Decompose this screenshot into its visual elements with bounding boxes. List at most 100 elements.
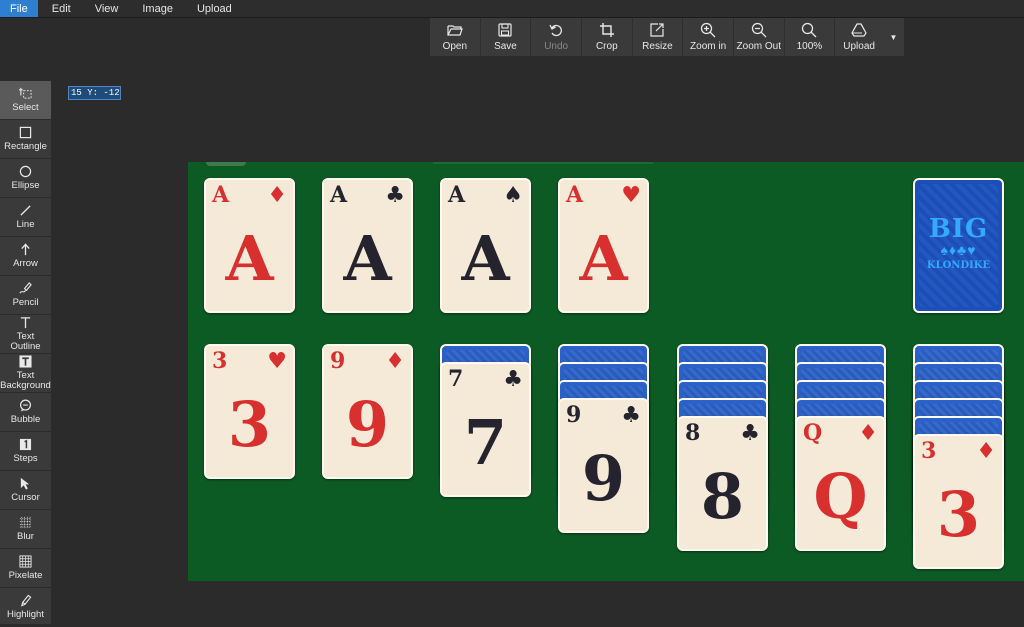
tool-select-label: Select: [12, 102, 39, 113]
tool-panel: Select Rectangle Ellipse Line Arrow Penc…: [0, 81, 51, 627]
tool-pencil[interactable]: Pencil: [0, 276, 51, 315]
card-rank-large: Q: [813, 460, 868, 533]
canvas-edge-fragment: [206, 162, 246, 166]
card-rank-large: 8: [700, 460, 745, 533]
menu-file[interactable]: File: [0, 0, 38, 17]
image-canvas[interactable]: BIG ♠♦♣♥ KLONDIKE A ♦ A A ♣ A A ♠ A A ♥ A 3 ♥ 3 9 ♦ 9 7 ♣ 7 9…: [188, 162, 1024, 581]
tool-cursor[interactable]: Cursor: [0, 471, 51, 510]
menu-image[interactable]: Image: [130, 0, 185, 17]
card-rank-small: 8: [685, 420, 701, 446]
tool-bubble[interactable]: Bubble: [0, 393, 51, 432]
card-rank-large: 3: [227, 388, 272, 461]
menu-edit[interactable]: Edit: [40, 0, 83, 17]
tableau-card[interactable]: Q ♦ Q: [795, 416, 886, 551]
crop-button[interactable]: Crop: [582, 18, 633, 56]
magnifier-icon: [802, 22, 817, 38]
tool-line-label: Line: [16, 219, 35, 230]
card-suit-small: ♦: [267, 183, 287, 208]
card-rank-large: 9: [345, 388, 390, 461]
text-outline-icon: [20, 317, 31, 329]
ellipse-icon: [19, 165, 32, 178]
tool-text-outline-label-2: Outline: [10, 341, 41, 352]
folder-open-icon: [447, 25, 463, 36]
crop-icon: [599, 23, 614, 37]
tool-text-outline[interactable]: Text Outline: [0, 315, 51, 354]
upload-dropdown-button[interactable]: ▼: [883, 18, 904, 56]
highlighter-icon: [20, 594, 32, 607]
tableau-card[interactable]: 7 ♣ 7: [440, 362, 531, 497]
card-rank-small: 7: [448, 366, 464, 392]
card-rank-small: A: [330, 182, 348, 208]
foundation-card[interactable]: A ♣ A: [322, 178, 413, 313]
open-label: Open: [442, 41, 468, 52]
select-icon: [19, 87, 32, 99]
menu-view[interactable]: View: [83, 0, 131, 17]
resize-icon: [650, 23, 665, 37]
zoom-out-label: Zoom Out: [736, 41, 781, 52]
card-rank-large: A: [461, 222, 510, 295]
stock-logo-suits: ♠♦♣♥: [940, 242, 977, 258]
zoom-out-icon: [751, 22, 767, 38]
tool-select[interactable]: Select: [0, 81, 51, 120]
tool-steps-label: Steps: [13, 453, 38, 464]
card-rank-small: 9: [330, 348, 346, 374]
card-rank-large: 9: [581, 442, 626, 515]
tool-rectangle-label: Rectangle: [4, 141, 47, 152]
tableau-card[interactable]: 9 ♣ 9: [558, 398, 649, 533]
card-suit-small: ♥: [267, 349, 287, 374]
foundation-card[interactable]: A ♥ A: [558, 178, 649, 313]
zoom-in-icon: [700, 22, 716, 38]
tool-pixelate[interactable]: Pixelate: [0, 549, 51, 588]
card-suit-small: ♥: [621, 183, 641, 208]
tool-cursor-label: Cursor: [11, 492, 40, 503]
arrow-up-icon: [21, 243, 30, 256]
tool-arrow[interactable]: Arrow: [0, 237, 51, 276]
save-button[interactable]: Save: [481, 18, 532, 56]
card-rank-large: 7: [463, 406, 508, 479]
tool-blur-label: Blur: [17, 531, 34, 542]
tool-rectangle[interactable]: Rectangle: [0, 120, 51, 159]
crop-label: Crop: [595, 41, 618, 52]
undo-icon: [549, 24, 563, 37]
tool-steps[interactable]: Steps: [0, 432, 51, 471]
zoom-in-button[interactable]: Zoom in: [683, 18, 734, 56]
zoom-100-button[interactable]: 100%: [785, 18, 836, 56]
card-rank-large: 3: [936, 478, 981, 551]
upload-button[interactable]: Upload: [835, 18, 883, 56]
menu-bar: File Edit View Image Upload: [0, 0, 1024, 18]
tool-text-background[interactable]: Text Background: [0, 354, 51, 393]
undo-button[interactable]: Undo: [531, 18, 582, 56]
stock-pile[interactable]: BIG ♠♦♣♥ KLONDIKE: [913, 178, 1004, 313]
zoom-out-button[interactable]: Zoom Out: [734, 18, 785, 56]
menu-upload[interactable]: Upload: [185, 0, 244, 17]
save-disk-icon: [498, 23, 513, 37]
resize-button[interactable]: Resize: [633, 18, 684, 56]
tool-blur[interactable]: Blur: [0, 510, 51, 549]
tableau-card[interactable]: 3 ♥ 3: [204, 344, 295, 479]
foundation-card[interactable]: A ♠ A: [440, 178, 531, 313]
tool-line[interactable]: Line: [0, 198, 51, 237]
tool-highlight[interactable]: Highlight: [0, 588, 51, 627]
rectangle-icon: [19, 126, 32, 139]
chevron-down-icon: ▼: [889, 32, 898, 42]
tableau-card[interactable]: 3 ♦ 3: [913, 434, 1004, 569]
cloud-drive-icon: [851, 23, 867, 37]
tool-text-background-label-2: Background: [0, 380, 51, 391]
coordinate-readout: 15 Y: -121: [68, 86, 121, 100]
stock-logo-text: BIG: [928, 214, 989, 244]
card-rank-large: A: [579, 222, 628, 295]
card-suit-small: ♣: [385, 183, 405, 208]
tool-ellipse[interactable]: Ellipse: [0, 159, 51, 198]
line-icon: [20, 205, 31, 216]
main-toolbar: Open Save Undo Crop Resize Zoom in Zoom …: [430, 18, 904, 56]
tableau-card[interactable]: 8 ♣ 8: [677, 416, 768, 551]
blur-grid-icon: [19, 516, 32, 529]
foundation-card[interactable]: A ♦ A: [204, 178, 295, 313]
card-rank-small: 9: [566, 402, 582, 428]
card-rank-small: A: [448, 182, 466, 208]
open-button[interactable]: Open: [430, 18, 481, 56]
resize-label: Resize: [642, 41, 673, 52]
pixelate-grid-icon: [19, 555, 32, 568]
card-suit-small: ♦: [858, 421, 878, 446]
tableau-card[interactable]: 9 ♦ 9: [322, 344, 413, 479]
